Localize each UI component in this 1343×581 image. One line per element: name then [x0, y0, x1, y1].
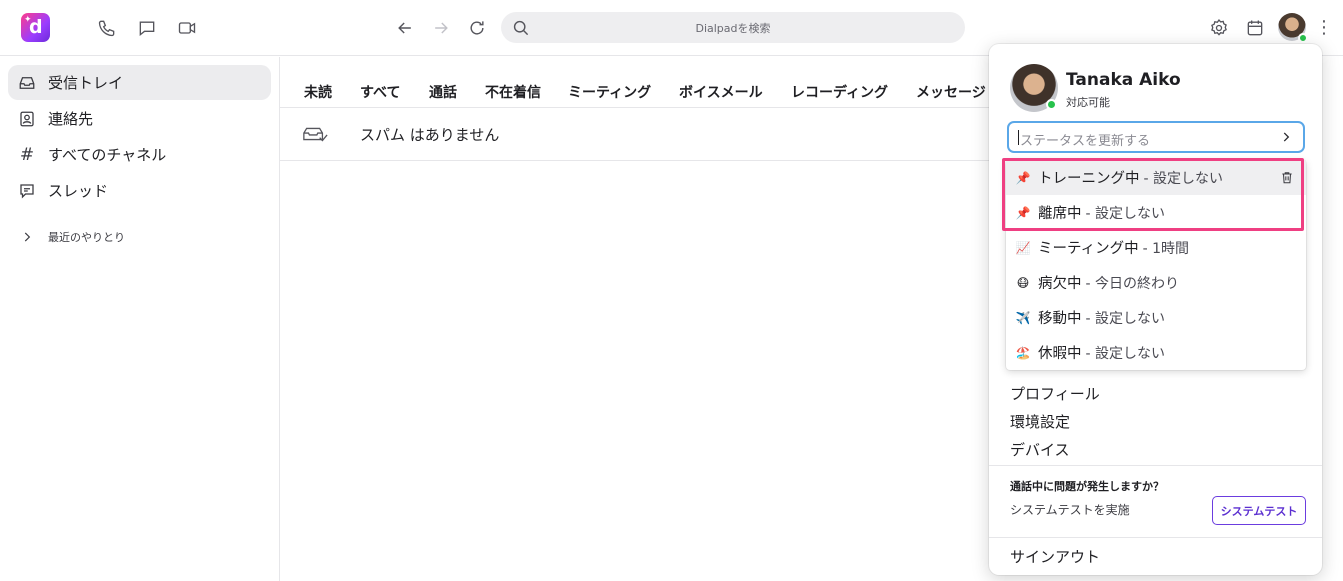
- chevron-right-icon: [18, 228, 36, 246]
- calendar-icon[interactable]: [1241, 14, 1269, 42]
- preset-duration: - 設定しない: [1085, 310, 1166, 327]
- online-indicator: [1298, 33, 1308, 43]
- forward-arrow-icon[interactable]: [427, 14, 455, 42]
- tab-calls[interactable]: 通話: [429, 82, 457, 102]
- preset-title: 病欠中: [1038, 276, 1082, 292]
- preset-duration: - 1時間: [1142, 240, 1190, 257]
- sidebar: 受信トレイ 連絡先 # すべてのチャネル スレッド 最近のやりとり: [0, 57, 280, 581]
- search-bar[interactable]: Dialpadを検索: [501, 12, 965, 43]
- tab-messages[interactable]: メッセージ: [916, 82, 986, 102]
- status-popover: Tanaka Aiko 対応可能 ステータスを更新する 📌 トレーニング中 - …: [989, 44, 1322, 575]
- pushpin-icon: 📌: [1015, 205, 1031, 220]
- text-caret: [1018, 130, 1019, 145]
- sidebar-item-channels[interactable]: # すべてのチャネル: [8, 137, 271, 172]
- divider: [989, 465, 1322, 466]
- sidebar-item-inbox[interactable]: 受信トレイ: [8, 65, 271, 100]
- sidebar-item-label: スレッド: [48, 182, 109, 200]
- divider: [989, 537, 1322, 538]
- gear-icon[interactable]: [1205, 14, 1233, 42]
- status-update-input[interactable]: ステータスを更新する: [1007, 121, 1305, 153]
- pushpin-icon: 📌: [1015, 170, 1031, 185]
- video-icon[interactable]: [173, 14, 201, 42]
- contact-card-icon: [18, 110, 36, 128]
- dialpad-logo[interactable]: ✦ d: [21, 13, 50, 42]
- call-problem-question: 通話中に問題が発生しますか？: [1010, 480, 1164, 493]
- preset-duration: - 設定しない: [1085, 345, 1166, 362]
- profile-name: Tanaka Aiko: [1066, 70, 1181, 90]
- tab-meetings[interactable]: ミーティング: [568, 82, 651, 102]
- sidebar-recent-toggle[interactable]: 最近のやりとり: [8, 219, 271, 254]
- beach-umbrella-icon: 🏖️: [1015, 345, 1031, 360]
- tab-all[interactable]: すべて: [360, 82, 400, 102]
- preset-title: ミーティング中: [1038, 241, 1139, 257]
- face-mask-icon: 😷: [1016, 275, 1030, 290]
- status-preset-vacation[interactable]: 🏖️ 休暇中 - 設定しない: [1006, 335, 1306, 370]
- sign-out-link[interactable]: サインアウト: [1010, 546, 1100, 567]
- thread-icon: [18, 182, 36, 200]
- airplane-icon: ✈️: [1015, 310, 1031, 325]
- back-arrow-icon[interactable]: [391, 14, 419, 42]
- reload-icon[interactable]: [463, 14, 491, 42]
- tab-voicemail[interactable]: ボイスメール: [679, 82, 763, 102]
- spam-inbox-icon: [303, 127, 328, 142]
- user-avatar[interactable]: [1278, 13, 1308, 43]
- system-test-button[interactable]: システムテスト: [1212, 496, 1306, 525]
- phone-icon[interactable]: [93, 14, 121, 42]
- empty-state-text: スパム はありません: [360, 126, 500, 144]
- inbox-tabs: 未読 すべて 通話 不在着信 ミーティング ボイスメール レコーディング メッセ…: [280, 57, 1000, 108]
- tab-missed[interactable]: 不在着信: [485, 82, 541, 102]
- more-options-icon[interactable]: ⋮: [1315, 17, 1333, 39]
- recent-label: 最近のやりとり: [48, 230, 125, 244]
- preset-title: 離席中: [1038, 206, 1082, 222]
- status-preset-meeting[interactable]: 📈 ミーティング中 - 1時間: [1006, 230, 1306, 265]
- chart-increasing-icon: 📈: [1015, 240, 1031, 255]
- sidebar-item-label: 受信トレイ: [48, 74, 124, 92]
- status-preset-away[interactable]: 📌 離席中 - 設定しない: [1006, 195, 1306, 230]
- search-placeholder: Dialpadを検索: [695, 22, 771, 35]
- menu-preferences[interactable]: 環境設定: [1010, 411, 1070, 432]
- sidebar-item-contacts[interactable]: 連絡先: [8, 101, 271, 136]
- status-preset-list: 📌 トレーニング中 - 設定しない 📌 離席中 - 設定しない 📈 ミーティング…: [1006, 160, 1306, 370]
- status-input-placeholder: ステータスを更新する: [1020, 134, 1151, 149]
- profile-status: 対応可能: [1066, 96, 1110, 109]
- preset-duration: - 設定しない: [1085, 205, 1166, 222]
- sidebar-item-threads[interactable]: スレッド: [8, 173, 271, 208]
- online-indicator: [1046, 99, 1057, 110]
- menu-devices[interactable]: デバイス: [1010, 439, 1070, 460]
- tab-unread[interactable]: 未読: [304, 82, 332, 102]
- trash-icon[interactable]: [1280, 170, 1294, 185]
- tab-recordings[interactable]: レコーディング: [791, 82, 888, 102]
- menu-profile[interactable]: プロフィール: [1010, 383, 1100, 404]
- chat-icon[interactable]: [133, 14, 161, 42]
- preset-title: 休暇中: [1038, 346, 1082, 362]
- sidebar-item-label: すべてのチャネル: [48, 146, 167, 164]
- status-preset-sick[interactable]: 😷 病欠中 - 今日の終わり: [1006, 265, 1306, 300]
- sidebar-item-label: 連絡先: [48, 110, 94, 128]
- preset-duration: - 今日の終わり: [1085, 275, 1180, 292]
- profile-avatar: [1010, 64, 1058, 112]
- call-problem-hint: システムテストを実施: [1010, 503, 1130, 517]
- preset-title: 移動中: [1038, 311, 1082, 327]
- preset-duration: - 設定しない: [1143, 170, 1224, 187]
- hash-icon: #: [19, 144, 35, 165]
- empty-state-row: スパム はありません: [280, 108, 1000, 161]
- chevron-right-icon: [1283, 132, 1290, 142]
- status-preset-training[interactable]: 📌 トレーニング中 - 設定しない: [1006, 160, 1306, 195]
- inbox-icon: [18, 74, 36, 92]
- status-preset-travel[interactable]: ✈️ 移動中 - 設定しない: [1006, 300, 1306, 335]
- preset-title: トレーニング中: [1038, 171, 1140, 187]
